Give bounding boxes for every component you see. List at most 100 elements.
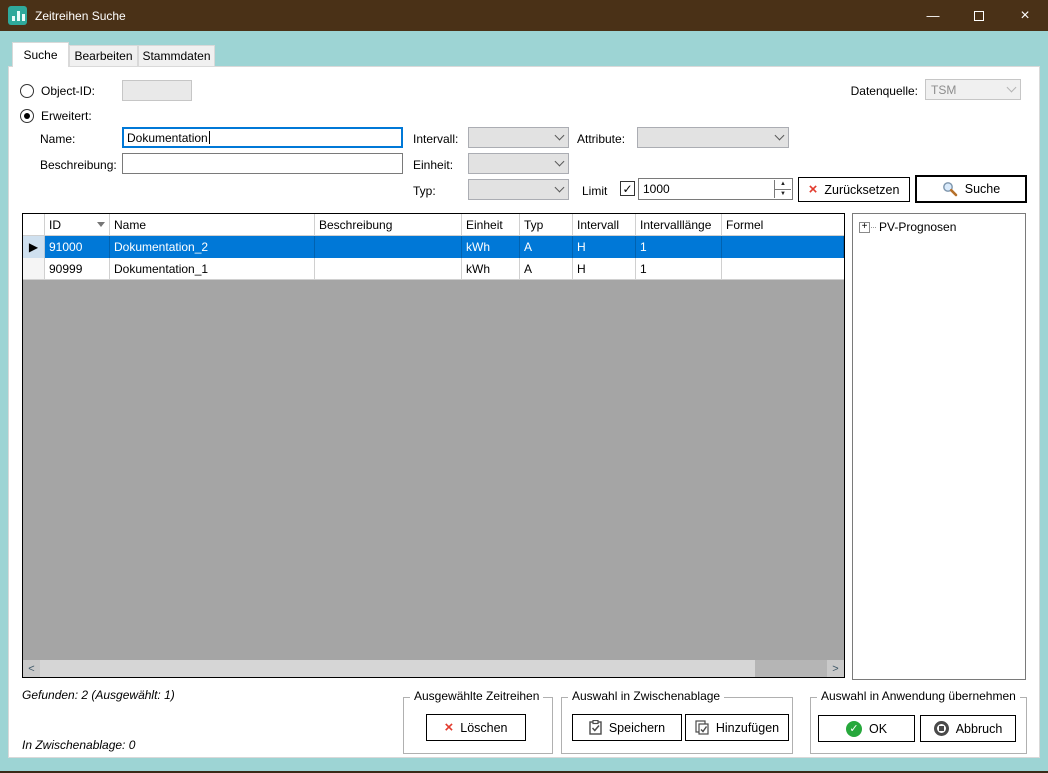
row-selector-header[interactable] bbox=[23, 214, 45, 235]
table-row[interactable]: ▶ 91000 Dokumentation_2 kWh A H 1 bbox=[23, 236, 844, 258]
zeitreihen-suche-window: Zeitreihen Suche — × Suche Bearbeiten St… bbox=[0, 0, 1048, 773]
ok-check-icon: ✓ bbox=[846, 721, 862, 737]
cell-einheit[interactable]: kWh bbox=[462, 258, 520, 280]
column-header-id[interactable]: ID bbox=[45, 214, 110, 235]
chevron-down-icon bbox=[555, 157, 565, 167]
table-row[interactable]: 90999 Dokumentation_1 kWh A H 1 bbox=[23, 258, 844, 280]
text-cursor bbox=[209, 131, 210, 144]
cell-typ[interactable]: A bbox=[520, 258, 573, 280]
app-icon bbox=[8, 6, 27, 25]
chevron-down-icon bbox=[555, 183, 565, 193]
cell-formel[interactable] bbox=[722, 236, 844, 258]
limit-label: Limit bbox=[582, 184, 607, 198]
limit-spinner: ▲ ▼ bbox=[774, 180, 791, 198]
ok-label: OK bbox=[869, 722, 887, 736]
cell-intervalllaenge[interactable]: 1 bbox=[636, 258, 722, 280]
tree-item-pv-prognosen[interactable]: + PV-Prognosen bbox=[859, 220, 1025, 234]
name-input[interactable]: Dokumentation bbox=[122, 127, 403, 148]
beschreibung-input[interactable] bbox=[122, 153, 403, 174]
column-header-intervalllaenge[interactable]: Intervalllänge bbox=[636, 214, 722, 235]
abbruch-button[interactable]: Abbruch bbox=[920, 715, 1016, 742]
close-button[interactable]: × bbox=[1002, 0, 1048, 31]
magnifier-icon bbox=[942, 181, 958, 197]
chevron-down-icon bbox=[1007, 83, 1017, 93]
cell-intervalllaenge[interactable]: 1 bbox=[636, 236, 722, 258]
clipboard-check-icon bbox=[589, 720, 602, 735]
scrollbar-track[interactable] bbox=[40, 660, 827, 677]
typ-dropdown[interactable] bbox=[468, 179, 569, 200]
red-x-icon: × bbox=[444, 720, 453, 735]
limit-input[interactable]: 1000 ▲ ▼ bbox=[638, 178, 793, 200]
beschreibung-label: Beschreibung: bbox=[40, 158, 117, 172]
group-anwendung-uebernehmen: Auswahl in Anwendung übernehmen ✓ OK Abb… bbox=[810, 697, 1027, 754]
cell-intervall[interactable]: H bbox=[573, 236, 636, 258]
row-selector[interactable] bbox=[23, 258, 45, 280]
group-title: Auswahl in Anwendung übernehmen bbox=[817, 689, 1020, 703]
results-table: ID Name Beschreibung Einheit Typ Interva… bbox=[22, 213, 845, 678]
cell-einheit[interactable]: kWh bbox=[462, 236, 520, 258]
tab-suche[interactable]: Suche bbox=[12, 42, 69, 67]
object-id-input[interactable] bbox=[122, 80, 192, 101]
scroll-right-button[interactable]: > bbox=[827, 660, 844, 677]
horizontal-scrollbar[interactable]: < > bbox=[23, 660, 844, 677]
title-bar: Zeitreihen Suche — × bbox=[0, 0, 1048, 31]
maximize-button[interactable] bbox=[956, 0, 1002, 31]
attribute-dropdown[interactable] bbox=[637, 127, 789, 148]
suche-button[interactable]: Suche bbox=[915, 175, 1027, 203]
intervall-label: Intervall: bbox=[413, 132, 458, 146]
scrollbar-thumb[interactable] bbox=[40, 660, 755, 677]
zuruecksetzen-button[interactable]: × Zurücksetzen bbox=[798, 177, 910, 202]
erweitert-label: Erweitert: bbox=[41, 109, 92, 123]
expand-icon[interactable]: + bbox=[859, 222, 870, 233]
suche-label: Suche bbox=[965, 182, 1000, 196]
tree-connector bbox=[871, 227, 876, 228]
einheit-dropdown[interactable] bbox=[468, 153, 569, 174]
loeschen-button[interactable]: × Löschen bbox=[426, 714, 526, 741]
caret-down-icon: ▼ bbox=[780, 191, 786, 197]
cell-beschreibung[interactable] bbox=[315, 236, 462, 258]
tree-item-label: PV-Prognosen bbox=[879, 220, 956, 234]
group-title: Ausgewählte Zeitreihen bbox=[410, 689, 543, 703]
scroll-right-icon: > bbox=[832, 663, 838, 675]
column-header-beschreibung[interactable]: Beschreibung bbox=[315, 214, 462, 235]
object-id-radio[interactable] bbox=[20, 84, 34, 98]
cell-formel[interactable] bbox=[722, 258, 844, 280]
column-header-einheit[interactable]: Einheit bbox=[462, 214, 520, 235]
cell-beschreibung[interactable] bbox=[315, 258, 462, 280]
erweitert-radio[interactable] bbox=[20, 109, 34, 123]
ok-button[interactable]: ✓ OK bbox=[818, 715, 915, 742]
row-selector-arrow: ▶ bbox=[23, 236, 45, 258]
datenquelle-dropdown[interactable]: TSM bbox=[925, 79, 1021, 100]
column-header-name[interactable]: Name bbox=[110, 214, 315, 235]
chevron-down-icon bbox=[775, 131, 785, 141]
abbruch-label: Abbruch bbox=[956, 722, 1003, 736]
tab-bearbeiten[interactable]: Bearbeiten bbox=[69, 45, 138, 66]
cell-typ[interactable]: A bbox=[520, 236, 573, 258]
column-header-typ[interactable]: Typ bbox=[520, 214, 573, 235]
hinzufuegen-button[interactable]: Hinzufügen bbox=[685, 714, 789, 741]
spin-up-button[interactable]: ▲ bbox=[775, 180, 791, 190]
close-icon: × bbox=[1020, 7, 1029, 25]
tab-suche-label: Suche bbox=[23, 48, 57, 62]
spin-down-button[interactable]: ▼ bbox=[775, 190, 791, 199]
limit-checkbox[interactable]: ✓ bbox=[620, 181, 635, 196]
column-header-intervall[interactable]: Intervall bbox=[573, 214, 636, 235]
loeschen-label: Löschen bbox=[460, 721, 507, 735]
object-id-label: Object-ID: bbox=[41, 84, 95, 98]
tab-stammdaten[interactable]: Stammdaten bbox=[138, 45, 215, 66]
column-header-formel[interactable]: Formel bbox=[722, 214, 844, 235]
tab-stammdaten-label: Stammdaten bbox=[142, 49, 210, 63]
bar-chart-icon bbox=[12, 11, 25, 21]
minimize-button[interactable]: — bbox=[910, 0, 956, 31]
cell-intervall[interactable]: H bbox=[573, 258, 636, 280]
cell-id[interactable]: 90999 bbox=[45, 258, 110, 280]
cell-name[interactable]: Dokumentation_1 bbox=[110, 258, 315, 280]
intervall-dropdown[interactable] bbox=[468, 127, 569, 148]
maximize-icon bbox=[974, 11, 984, 21]
datenquelle-label: Datenquelle: bbox=[788, 84, 918, 98]
scroll-left-button[interactable]: < bbox=[23, 660, 40, 677]
cell-name[interactable]: Dokumentation_2 bbox=[110, 236, 315, 258]
speichern-button[interactable]: Speichern bbox=[572, 714, 682, 741]
cell-id[interactable]: 91000 bbox=[45, 236, 110, 258]
red-x-icon: × bbox=[809, 182, 818, 197]
